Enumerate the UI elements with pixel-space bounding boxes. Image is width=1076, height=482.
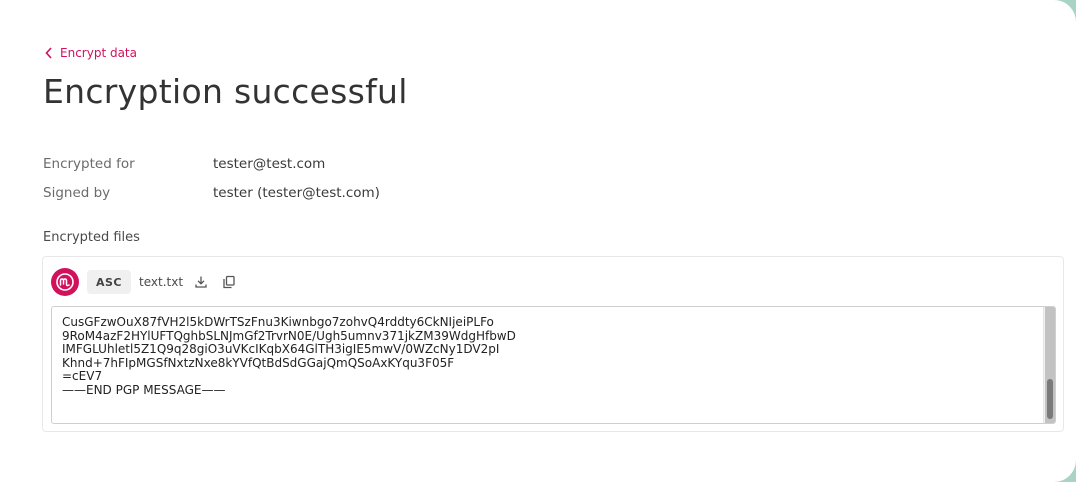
file-name: text.txt [139, 275, 184, 289]
download-icon [195, 276, 207, 288]
scrollbar[interactable] [1043, 307, 1055, 423]
encrypted-for-label: Encrypted for [43, 156, 135, 172]
copy-button[interactable] [219, 272, 239, 292]
page-title: Encryption successful [43, 72, 408, 111]
copy-icon [223, 275, 235, 289]
chevron-left-icon [45, 47, 52, 59]
encrypted-files-label: Encrypted files [43, 230, 140, 245]
encrypted-for-row: Encrypted for tester@test.com [43, 156, 325, 172]
main-card: Encrypt data Encryption successful Encry… [0, 0, 1076, 482]
back-link-label: Encrypt data [60, 46, 137, 60]
encrypted-file-panel: ASC text.txt CusGFzwOuX87fVH2l5kDWrTSzFn… [42, 256, 1064, 432]
signed-by-row: Signed by tester (tester@test.com) [43, 185, 380, 201]
armored-message-text: CusGFzwOuX87fVH2l5kDWrTSzFnu3Kiwnbgo7zoh… [62, 315, 516, 397]
file-header: ASC text.txt [51, 268, 239, 296]
signed-by-value: tester (tester@test.com) [213, 185, 380, 201]
download-button[interactable] [191, 272, 211, 292]
armored-text-area[interactable]: CusGFzwOuX87fVH2l5kDWrTSzFnu3Kiwnbgo7zoh… [51, 306, 1056, 424]
encrypted-for-value: tester@test.com [213, 156, 326, 172]
signed-by-label: Signed by [43, 185, 111, 201]
back-link[interactable]: Encrypt data [44, 46, 137, 60]
scrollbar-thumb[interactable] [1047, 379, 1053, 419]
mailvelope-logo-icon [51, 268, 79, 296]
file-type-badge: ASC [87, 270, 132, 294]
